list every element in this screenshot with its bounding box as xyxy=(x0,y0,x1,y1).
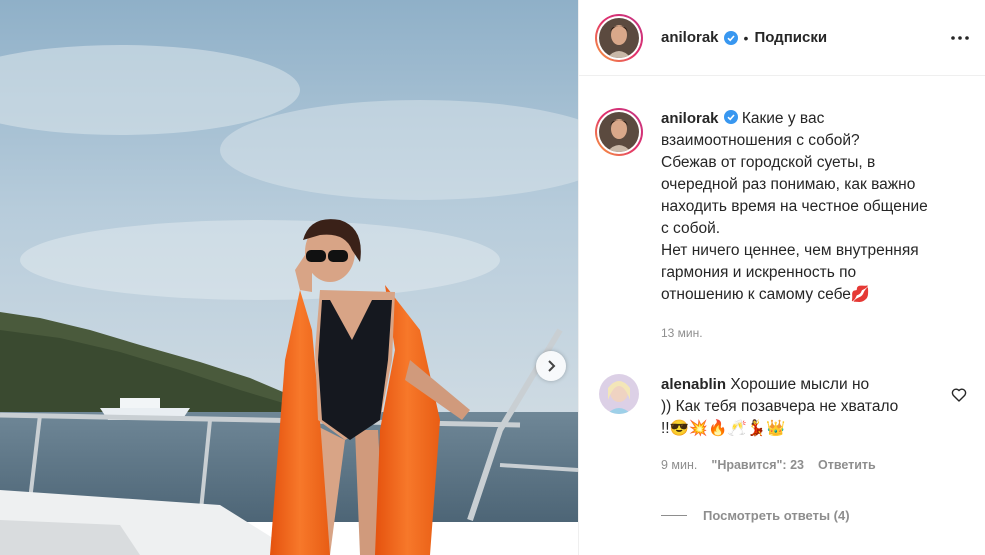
reply-button[interactable]: Ответить xyxy=(818,454,876,476)
verified-badge-icon xyxy=(723,110,738,124)
instagram-post: anilorak • Подписки anilorak Какие у вас… xyxy=(0,0,985,555)
verified-badge-icon xyxy=(723,30,738,45)
comment-line: Хорошие мысли но xyxy=(730,376,870,393)
avatar-photo xyxy=(599,112,639,152)
comment-text: alenablin Хорошие мысли но )) Как тебя п… xyxy=(661,374,931,476)
caption-timestamp[interactable]: 13 мин. xyxy=(661,322,961,344)
post-header: anilorak • Подписки xyxy=(579,0,985,76)
avatar-photo xyxy=(599,17,639,58)
commenter-avatar[interactable] xyxy=(599,374,639,414)
caption-line: отношению к самому себе💋 xyxy=(661,286,871,303)
separator-dot: • xyxy=(743,29,749,46)
following-button[interactable]: Подписки xyxy=(754,29,827,46)
replies-divider xyxy=(661,515,687,516)
post-side-panel: anilorak • Подписки anilorak Какие у вас… xyxy=(578,0,985,555)
comment-line: !!😎💥🔥🥂💃👑 xyxy=(661,420,786,437)
author-username[interactable]: anilorak xyxy=(661,29,719,46)
caption-line: Сбежав от городской суеты, в xyxy=(661,154,876,171)
chevron-right-icon xyxy=(548,360,556,372)
caption-line: очередной раз понимаю, как важно xyxy=(661,176,916,193)
caption-text: anilorak Какие у вас взаимоотношения с с… xyxy=(661,108,961,344)
comment-likes[interactable]: "Нравится": 23 xyxy=(711,454,804,476)
caption-line: гармония и искренность по xyxy=(661,264,857,281)
caption-line: Нет ничего ценнее, чем внутренняя xyxy=(661,242,919,259)
comment-meta: 9 мин. "Нравится": 23 Ответить xyxy=(661,454,931,476)
post-caption: anilorak Какие у вас взаимоотношения с с… xyxy=(595,108,975,344)
heart-outline-icon[interactable] xyxy=(951,387,967,403)
view-replies-label: Посмотреть ответы (4) xyxy=(703,508,850,523)
next-photo-button[interactable] xyxy=(536,351,566,381)
caption-author-avatar[interactable] xyxy=(595,108,643,156)
caption-line: с собой. xyxy=(661,220,721,237)
more-horizontal-icon xyxy=(951,36,969,40)
comment-item: alenablin Хорошие мысли но )) Как тебя п… xyxy=(599,374,979,476)
more-options-button[interactable] xyxy=(948,26,972,50)
photo-scene xyxy=(0,0,578,555)
comment-timestamp[interactable]: 9 мин. xyxy=(661,454,697,476)
caption-first-line: anilorak Какие у вас xyxy=(661,110,824,127)
comment-line: )) Как тебя позавчера не хватало xyxy=(661,398,899,415)
caption-username[interactable]: anilorak xyxy=(661,110,719,127)
avatar-photo xyxy=(599,374,639,414)
author-avatar[interactable] xyxy=(595,13,643,62)
caption-line: Какие у вас xyxy=(741,110,825,127)
view-replies-button[interactable]: Посмотреть ответы (4) xyxy=(661,508,850,523)
post-photo[interactable] xyxy=(0,0,578,555)
caption-line: находить время на честное общение xyxy=(661,198,928,215)
commenter-username[interactable]: alenablin xyxy=(661,376,726,393)
caption-line: взаимоотношения с собой? xyxy=(661,132,860,149)
